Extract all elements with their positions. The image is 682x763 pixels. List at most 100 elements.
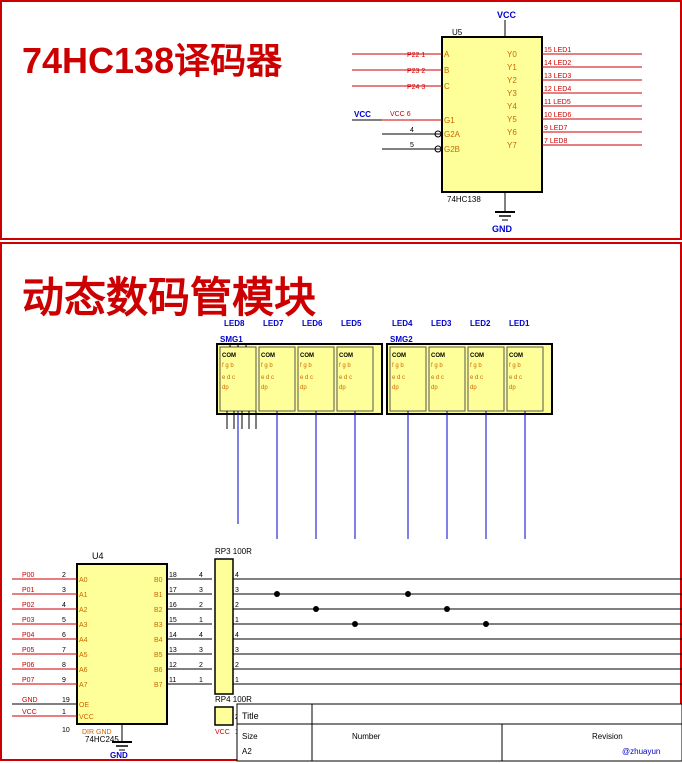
svg-text:A0: A0 xyxy=(79,577,88,584)
svg-text:e d c: e d c xyxy=(470,375,483,381)
svg-text:3: 3 xyxy=(199,647,203,654)
svg-text:COM: COM xyxy=(222,353,236,359)
svg-text:C: C xyxy=(444,82,450,91)
svg-text:4: 4 xyxy=(235,572,239,579)
svg-text:f g b: f g b xyxy=(300,363,312,369)
u5-label: U5 xyxy=(452,28,463,37)
svg-text:Y2: Y2 xyxy=(507,76,517,85)
title-label: Title xyxy=(242,711,259,721)
svg-text:A3: A3 xyxy=(79,622,88,629)
svg-text:dp: dp xyxy=(470,385,477,391)
schematic-top: VCC U5 A P22 1 B P23 2 C P24 3 G1 VCC 6 … xyxy=(352,2,682,242)
svg-text:11: 11 xyxy=(169,677,176,684)
svg-text:4: 4 xyxy=(235,632,239,639)
svg-text:e d c: e d c xyxy=(431,375,444,381)
svg-text:dp: dp xyxy=(261,385,268,391)
svg-text:2: 2 xyxy=(235,602,239,609)
svg-text:2: 2 xyxy=(199,602,203,609)
svg-text:3: 3 xyxy=(235,647,239,654)
top-section: 74HC138译码器 VCC U5 A P22 1 B P23 2 C P24 … xyxy=(0,0,682,240)
svg-text:A1: A1 xyxy=(79,592,88,599)
svg-text:G2A: G2A xyxy=(444,130,461,139)
svg-text:Y6: Y6 xyxy=(507,128,517,137)
svg-text:LED6: LED6 xyxy=(302,319,323,328)
svg-text:dp: dp xyxy=(339,385,346,391)
svg-text:COM: COM xyxy=(261,353,275,359)
svg-text:COM: COM xyxy=(431,353,445,359)
svg-text:B2: B2 xyxy=(154,607,163,614)
svg-text:2: 2 xyxy=(235,662,239,669)
svg-text:6: 6 xyxy=(62,632,66,639)
svg-text:8: 8 xyxy=(62,662,66,669)
svg-text:B7: B7 xyxy=(154,682,163,689)
svg-text:7: 7 xyxy=(62,647,66,654)
svg-text:LED8: LED8 xyxy=(224,319,245,328)
svg-text:17: 17 xyxy=(169,587,177,594)
svg-text:f g b: f g b xyxy=(509,363,521,369)
svg-text:5: 5 xyxy=(62,617,66,624)
svg-text:1: 1 xyxy=(199,677,203,684)
svg-text:VCC: VCC xyxy=(354,110,371,119)
svg-text:A: A xyxy=(444,50,450,59)
svg-text:7 LED8: 7 LED8 xyxy=(544,138,567,145)
svg-text:SMG2: SMG2 xyxy=(390,335,413,344)
svg-text:VCC: VCC xyxy=(22,709,37,716)
svg-text:12: 12 xyxy=(169,662,177,669)
svg-text:P03: P03 xyxy=(22,617,35,624)
svg-text:P00: P00 xyxy=(22,572,35,579)
title-74hc138: 74HC138译码器 xyxy=(22,32,282,84)
svg-text:B3: B3 xyxy=(154,622,163,629)
svg-text:Y4: Y4 xyxy=(507,102,517,111)
svg-text:B5: B5 xyxy=(154,652,163,659)
svg-text:dp: dp xyxy=(431,385,438,391)
svg-text:5: 5 xyxy=(410,142,414,149)
svg-text:14 LED2: 14 LED2 xyxy=(544,60,571,67)
svg-text:Y1: Y1 xyxy=(507,63,517,72)
svg-text:e d c: e d c xyxy=(509,375,522,381)
number-label: Number xyxy=(352,732,381,741)
svg-text:GND: GND xyxy=(22,697,38,704)
svg-text:OE: OE xyxy=(79,702,89,709)
svg-text:VCC: VCC xyxy=(79,714,94,721)
svg-text:1: 1 xyxy=(199,617,203,624)
svg-text:f g b: f g b xyxy=(339,363,351,369)
svg-text:A4: A4 xyxy=(79,637,88,644)
svg-text:f g b: f g b xyxy=(470,363,482,369)
svg-text:SMG1: SMG1 xyxy=(220,335,243,344)
svg-text:COM: COM xyxy=(392,353,406,359)
vcc-label: VCC xyxy=(497,10,517,20)
svg-text:COM: COM xyxy=(339,353,353,359)
svg-text:e d c: e d c xyxy=(261,375,274,381)
svg-text:e d c: e d c xyxy=(339,375,352,381)
svg-text:10 LED6: 10 LED6 xyxy=(544,112,571,119)
svg-text:P24 3: P24 3 xyxy=(407,84,425,91)
svg-text:P04: P04 xyxy=(22,632,35,639)
svg-text:4: 4 xyxy=(199,632,203,639)
rp3-box xyxy=(215,559,233,694)
svg-text:G1: G1 xyxy=(444,116,455,125)
svg-text:B4: B4 xyxy=(154,637,163,644)
size-label: Size xyxy=(242,732,258,741)
svg-text:e d c: e d c xyxy=(300,375,313,381)
svg-text:e d c: e d c xyxy=(222,375,235,381)
svg-text:LED7: LED7 xyxy=(263,319,284,328)
svg-text:Y3: Y3 xyxy=(507,89,517,98)
svg-text:P05: P05 xyxy=(22,647,35,654)
svg-text:10: 10 xyxy=(62,727,70,734)
schematic-bottom: LED8 LED7 LED6 LED5 LED4 LED3 LED2 LED1 … xyxy=(2,244,682,763)
svg-text:e d c: e d c xyxy=(392,375,405,381)
u4-label: U4 xyxy=(92,551,104,561)
svg-text:f g b: f g b xyxy=(222,363,234,369)
svg-text:G2B: G2B xyxy=(444,145,460,154)
svg-text:15: 15 xyxy=(169,617,177,624)
rp4-box xyxy=(215,707,233,725)
svg-text:COM: COM xyxy=(470,353,484,359)
svg-text:COM: COM xyxy=(509,353,523,359)
watermark: @zhuayun xyxy=(622,747,660,756)
svg-text:B: B xyxy=(444,66,449,75)
svg-text:15 LED1: 15 LED1 xyxy=(544,47,571,54)
svg-text:3: 3 xyxy=(199,587,203,594)
svg-text:A6: A6 xyxy=(79,667,88,674)
svg-text:9 LED7: 9 LED7 xyxy=(544,125,567,132)
svg-text:Y5: Y5 xyxy=(507,115,517,124)
